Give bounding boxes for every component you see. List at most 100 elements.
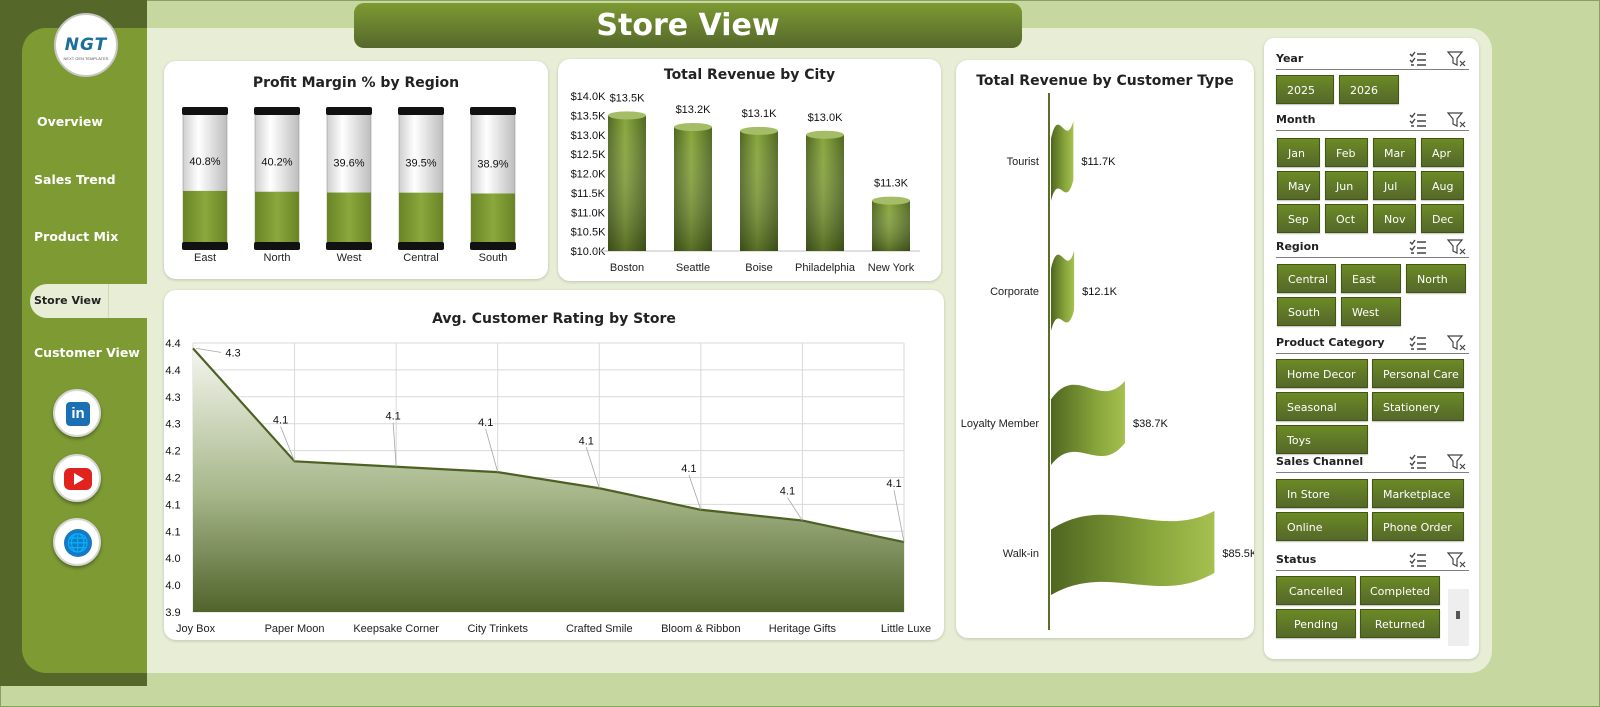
multi-select-icon[interactable] [1409,50,1427,68]
chip-seasonal[interactable]: Seasonal [1276,392,1368,421]
slicer-region-label: Region [1276,240,1319,253]
tube-base [254,242,300,250]
category-label: South [479,252,508,264]
data-label: $13.2K [676,104,712,116]
data-label: $12.1K [1082,286,1118,298]
data-label: 4.1 [478,417,493,429]
chip-south[interactable]: South [1277,297,1336,326]
category-label: Crafted Smile [566,623,633,635]
chip-online[interactable]: Online [1276,512,1368,541]
data-label: 4.1 [273,414,288,426]
clear-filter-icon[interactable] [1447,111,1467,129]
data-label: 38.9% [477,158,508,170]
multi-select-icon[interactable] [1409,238,1427,256]
tube-cap [254,107,300,115]
chip-jun[interactable]: Jun [1325,171,1368,200]
clear-filter-icon[interactable] [1447,334,1467,352]
slicer-month: Month Jan Feb Mar Apr May Jun Jul Aug Se… [1264,109,1479,233]
chip-toys[interactable]: Toys [1276,425,1368,454]
bar-top [806,130,844,139]
category-label: Tourist [1007,156,1039,168]
scrollbar-thumb[interactable] [1456,611,1460,619]
logo: NGT NEXT GEN TEMPLATES [54,13,118,77]
chip-home-decor[interactable]: Home Decor [1276,359,1368,388]
tube-cap [470,107,516,115]
chip-personal-care[interactable]: Personal Care [1372,359,1464,388]
revenue-city-chart: $14.0K$13.5K$13.0K$12.5K$12.0K$11.5K$11.… [571,91,920,274]
category-label: Central [403,252,438,264]
chip-marketplace[interactable]: Marketplace [1372,479,1464,508]
chip-oct[interactable]: Oct [1325,204,1368,233]
y-tick-label: 4.3 [165,392,180,404]
chip-dec[interactable]: Dec [1421,204,1464,233]
nav-store-view[interactable]: Store View [30,284,147,318]
tube-cap [182,107,228,115]
chip-east[interactable]: East [1341,264,1401,293]
chip-west[interactable]: West [1341,297,1401,326]
category-label: New York [868,262,915,274]
bar-top [608,111,646,120]
youtube-button[interactable] [53,454,101,502]
bar-shade [674,127,712,251]
nav-product-mix[interactable]: Product Mix [34,229,118,244]
chip-2026[interactable]: 2026 [1339,75,1399,104]
y-tick-label: 4.4 [165,338,180,350]
chip-feb[interactable]: Feb [1325,138,1368,167]
bar [183,190,227,246]
chip-phone-order[interactable]: Phone Order [1372,512,1464,541]
slicer-region: Region Central East North South West [1264,236,1479,326]
bar-shade [740,130,778,251]
chip-may[interactable]: May [1277,171,1320,200]
linkedin-button[interactable]: in [53,389,101,437]
chip-apr[interactable]: Apr [1421,138,1464,167]
y-tick-label: 4.0 [165,580,180,592]
data-label: $13.1K [742,108,778,120]
chip-pending[interactable]: Pending [1276,609,1356,638]
bar [1051,511,1215,595]
clear-filter-icon[interactable] [1447,238,1467,256]
slicer-month-label: Month [1276,113,1316,126]
tube-base [398,242,444,250]
chip-central[interactable]: Central [1277,264,1336,293]
nav-customer-view[interactable]: Customer View [34,345,140,360]
slicer-status-header: Status [1276,549,1469,571]
website-button[interactable]: 🌐 [53,518,101,566]
chip-north[interactable]: North [1406,264,1466,293]
clear-filter-icon[interactable] [1447,551,1467,569]
category-label: Keepsake Corner [353,623,439,635]
page-title: Store View [354,3,1022,48]
bar-top [740,126,778,135]
chip-completed[interactable]: Completed [1360,576,1440,605]
chip-nov[interactable]: Nov [1373,204,1416,233]
nav-overview[interactable]: Overview [37,114,103,129]
multi-select-icon[interactable] [1409,334,1427,352]
category-label: Philadelphia [795,262,856,274]
clear-filter-icon[interactable] [1447,453,1467,471]
bar-top [872,196,910,205]
y-tick-label: 4.2 [165,473,180,485]
y-tick-label: $11.5K [571,188,606,200]
clear-filter-icon[interactable] [1447,50,1467,68]
nav-sales-trend[interactable]: Sales Trend [34,172,116,187]
chip-cancelled[interactable]: Cancelled [1276,576,1356,605]
chip-returned[interactable]: Returned [1360,609,1440,638]
chip-2025[interactable]: 2025 [1276,75,1334,104]
leader-line [585,447,600,489]
chip-mar[interactable]: Mar [1373,138,1416,167]
nav-store-view-label: Store View [34,294,102,307]
category-label: North [264,252,291,264]
multi-select-icon[interactable] [1409,551,1427,569]
chip-jan[interactable]: Jan [1277,138,1320,167]
slicer-region-header: Region [1276,236,1469,258]
chip-stationery[interactable]: Stationery [1372,392,1464,421]
chip-in-store[interactable]: In Store [1276,479,1368,508]
multi-select-icon[interactable] [1409,453,1427,471]
chip-jul[interactable]: Jul [1373,171,1416,200]
category-label: Boise [745,262,773,274]
status-scrollbar[interactable] [1448,589,1469,646]
y-tick-label: $13.5K [571,110,607,122]
multi-select-icon[interactable] [1409,111,1427,129]
chip-sep[interactable]: Sep [1277,204,1320,233]
slicer-year-header: Year [1276,48,1469,70]
chip-aug[interactable]: Aug [1421,171,1464,200]
